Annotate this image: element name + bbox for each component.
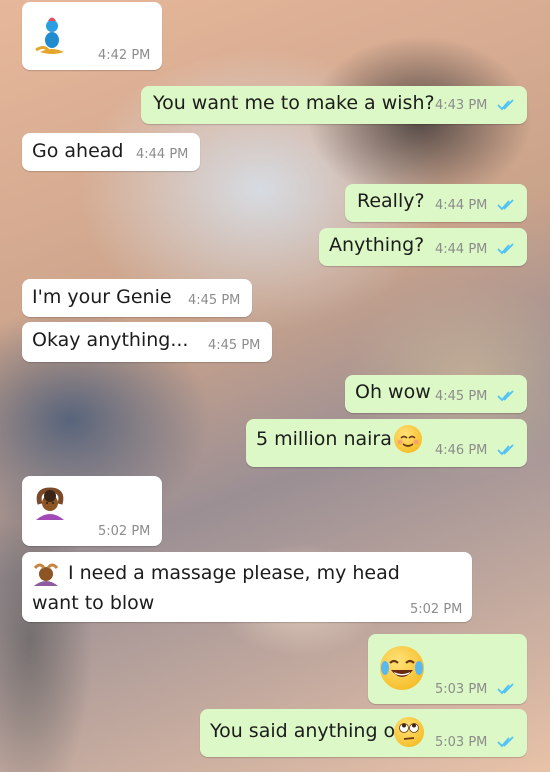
- message-time: 4:43 PM: [435, 98, 488, 113]
- message-bubble-outgoing[interactable]: You said anything o 5:03 PM: [200, 709, 527, 757]
- read-double-check-icon: [497, 444, 514, 456]
- face-with-rolling-eyes-emoji: [394, 717, 424, 747]
- message-time: 4:44 PM: [435, 198, 488, 213]
- message-bubble-incoming[interactable]: 4:42 PM: [22, 2, 162, 70]
- message-time: 4:45 PM: [208, 338, 261, 353]
- relieved-face-emoji: [394, 425, 422, 453]
- genie-lamp-emoji: [34, 12, 70, 58]
- message-bubble-incoming[interactable]: 5:02 PM: [22, 476, 162, 546]
- face-with-tears-of-joy-emoji: [380, 646, 424, 690]
- read-double-check-icon: [497, 390, 514, 402]
- message-text: Really?: [357, 190, 425, 212]
- message-bubble-incoming[interactable]: Go ahead 4:44 PM: [22, 133, 200, 171]
- message-bubble-incoming[interactable]: I need a massage please, my head want to…: [22, 552, 472, 622]
- message-bubble-outgoing[interactable]: You want me to make a wish? 4:43 PM: [141, 86, 527, 124]
- message-time: 5:02 PM: [98, 524, 151, 539]
- message-bubble-outgoing[interactable]: Oh wow 4:45 PM: [345, 375, 527, 413]
- message-text: You said anything o: [210, 720, 396, 742]
- message-time: 4:42 PM: [98, 48, 151, 63]
- message-bubble-incoming[interactable]: I'm your Genie 4:45 PM: [22, 279, 252, 317]
- person-getting-massage-emoji: [32, 560, 60, 586]
- message-text-line2: want to blow: [32, 592, 155, 614]
- message-bubble-outgoing[interactable]: 5 million naira 4:46 PM: [246, 419, 527, 467]
- read-double-check-icon: [497, 99, 514, 111]
- message-time: 4:46 PM: [435, 443, 488, 458]
- message-time: 4:44 PM: [435, 242, 488, 257]
- message-time: 5:03 PM: [435, 735, 488, 750]
- message-text: Oh wow: [355, 381, 431, 403]
- message-time: 5:03 PM: [435, 682, 488, 697]
- message-time: 5:02 PM: [410, 602, 463, 617]
- message-bubble-incoming[interactable]: Okay anything... 4:45 PM: [22, 322, 272, 362]
- message-bubble-outgoing[interactable]: Really? 4:44 PM: [345, 184, 527, 222]
- message-time: 4:45 PM: [188, 293, 241, 308]
- message-text: I'm your Genie: [32, 286, 172, 308]
- read-double-check-icon: [497, 199, 514, 211]
- message-text: Anything?: [329, 234, 425, 256]
- message-time: 4:44 PM: [136, 147, 189, 162]
- read-double-check-icon: [497, 243, 514, 255]
- message-text: You want me to make a wish?: [153, 92, 435, 114]
- message-text: Go ahead: [32, 140, 124, 162]
- message-text: I need a massage please, my head: [68, 562, 400, 584]
- message-text: 5 million naira: [256, 428, 392, 450]
- message-bubble-outgoing[interactable]: Anything? 4:44 PM: [319, 228, 527, 266]
- message-time: 4:45 PM: [435, 389, 488, 404]
- message-bubble-outgoing[interactable]: 5:03 PM: [368, 634, 527, 704]
- woman-gesturing-ok-emoji: [32, 486, 68, 522]
- read-double-check-icon: [497, 683, 514, 695]
- message-text: Okay anything...: [32, 329, 189, 351]
- read-double-check-icon: [497, 736, 514, 748]
